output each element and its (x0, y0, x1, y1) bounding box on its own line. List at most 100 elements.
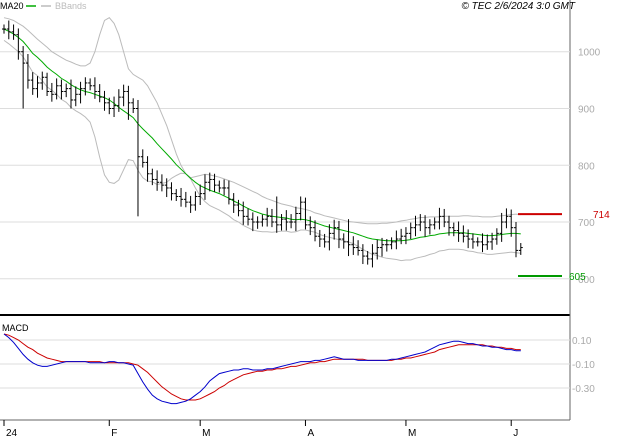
price-bar (6, 20, 11, 40)
x-axis: 24 F M A M J (3, 420, 518, 439)
price-bar (198, 184, 203, 205)
price-bar (174, 189, 179, 202)
price-bar (179, 187, 184, 207)
price-bar (514, 222, 518, 258)
price-bar (222, 179, 227, 196)
macd-y-tick-label: 0.10 (572, 336, 592, 347)
price-bar (78, 81, 83, 104)
price-bar (25, 54, 30, 89)
price-bar (265, 207, 270, 227)
price-bar (336, 220, 341, 249)
support-label: 605 (569, 272, 586, 283)
price-bar (121, 84, 126, 107)
price-bar (494, 228, 499, 245)
price-bar (255, 216, 260, 229)
price-bar (2, 24, 6, 34)
price-bar (169, 182, 174, 201)
price-bar (480, 233, 485, 253)
price-y-tick-label: 900 (578, 104, 595, 115)
price-bar (293, 206, 298, 232)
price-bar (303, 197, 308, 230)
price-bar (145, 156, 150, 182)
price-bar (360, 244, 365, 265)
levels: 714 605 (518, 210, 610, 283)
price-bar (466, 229, 471, 249)
price-bar (389, 237, 394, 250)
resistance-label: 714 (593, 210, 610, 221)
price-bar (485, 234, 490, 250)
price-bar (442, 208, 447, 228)
price-bar (403, 227, 408, 245)
price-bar (470, 233, 475, 249)
price-bar (83, 77, 88, 96)
price-bar (437, 207, 442, 230)
price-bar (504, 208, 509, 229)
price-bar (40, 71, 45, 90)
price-y-tick-label: 800 (578, 161, 595, 172)
price-bar (135, 99, 140, 217)
macd-grid (0, 339, 570, 389)
price-bar (155, 170, 160, 191)
x-tick-label: 24 (6, 428, 18, 439)
x-tick-label: F (111, 428, 117, 439)
price-bar (432, 217, 437, 230)
bb-upper-line (3, 17, 521, 225)
price-bar (317, 229, 322, 247)
price-bar (217, 180, 222, 193)
price-bar (260, 214, 265, 227)
legend-ma-label: MA20 (0, 1, 24, 11)
bb-lower-line (3, 39, 521, 262)
x-tick-label: A (307, 428, 314, 439)
x-tick-label: M (408, 428, 416, 439)
price-bar (35, 76, 40, 98)
ma20-series (3, 28, 521, 242)
price-bar (73, 86, 78, 107)
price-bar (49, 82, 54, 102)
price-bar (30, 72, 35, 95)
price-bar (289, 214, 294, 229)
price-bar (346, 219, 351, 257)
price-bar (59, 79, 64, 100)
price-bar (451, 222, 456, 237)
price-bar (351, 236, 356, 255)
panel-frames (0, 0, 571, 421)
price-bars (2, 20, 523, 268)
price-bar (64, 83, 69, 98)
price-bar (231, 193, 236, 213)
legend-bb-label: BBands (55, 1, 87, 11)
price-bar (193, 191, 198, 211)
price-bar (461, 225, 466, 243)
price-bar (269, 208, 274, 228)
price-bar (408, 222, 413, 240)
price-bar (188, 195, 193, 213)
price-bar (370, 244, 375, 268)
price-y-axis: 1000900800700600 (578, 48, 601, 286)
price-bar (399, 228, 404, 245)
price-bar (284, 210, 289, 231)
copyright-text: © TEC 2/6/2024 3:0 GMT (461, 1, 575, 12)
price-bar (92, 77, 97, 99)
price-bar (183, 191, 188, 208)
price-bar (88, 78, 93, 91)
price-bar (427, 219, 432, 235)
price-bar (394, 230, 399, 250)
price-bar (509, 209, 514, 237)
x-tick-label: J (513, 428, 518, 439)
price-bar (332, 219, 337, 240)
ma20-line (3, 28, 521, 242)
price-bar (11, 24, 16, 40)
stock-chart: 1000900800700600 714 605 MA20 BBands © T… (0, 0, 610, 439)
price-bar (97, 84, 102, 103)
price-bar (475, 237, 480, 247)
price-bar (356, 240, 361, 256)
price-bar (246, 208, 251, 226)
price-bar (131, 98, 136, 114)
macd-series (3, 333, 521, 405)
macd-line (3, 333, 521, 405)
legend: MA20 BBands (0, 1, 87, 11)
price-bar (499, 212, 504, 242)
price-bar (112, 96, 117, 118)
price-bar (226, 180, 231, 205)
x-tick-label: M (202, 428, 210, 439)
macd-title: MACD (2, 323, 29, 333)
